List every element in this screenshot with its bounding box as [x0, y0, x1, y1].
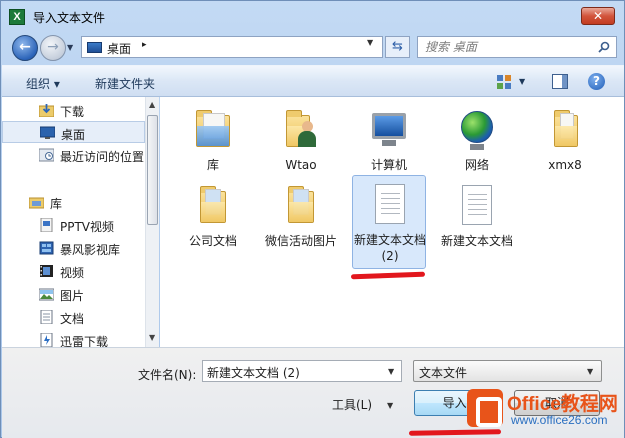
file-label: xmx8 — [548, 158, 582, 172]
desktop-icon — [40, 126, 55, 139]
folder-icon — [546, 107, 584, 151]
nav-item-libraries[interactable]: 库 — [2, 191, 145, 213]
tools-button[interactable]: 工具(L) — [332, 396, 372, 413]
office-logo-icon — [467, 389, 503, 427]
documents-icon — [40, 310, 53, 324]
search-icon[interactable] — [598, 41, 610, 53]
change-view-icon[interactable] — [496, 74, 512, 90]
nav-label: 暴风影视库 — [60, 243, 121, 257]
address-dropdown-icon[interactable]: ▼ — [367, 38, 373, 47]
filetype-select[interactable]: 文本文件 ▼ — [413, 360, 602, 382]
computer-icon — [370, 107, 408, 151]
file-item-new-text-doc[interactable]: 新建文本文档 — [440, 177, 514, 267]
nav-label: 视频 — [60, 266, 85, 280]
nav-label: 文档 — [60, 312, 85, 326]
filename-dropdown-icon[interactable]: ▼ — [388, 367, 394, 376]
watermark: Office教程网 www.office26.com — [467, 387, 625, 433]
desktop-icon — [87, 42, 102, 53]
recent-places-icon — [39, 148, 54, 162]
nav-item-recent-places[interactable]: 最近访问的位置 — [2, 144, 145, 166]
thunder-download-icon — [40, 333, 53, 347]
nav-scrollbar[interactable]: ▲ ▼ — [145, 97, 159, 347]
videos-icon — [40, 265, 53, 277]
refresh-button[interactable]: ⇆ — [385, 36, 410, 58]
preview-pane-icon[interactable] — [552, 74, 568, 89]
download-folder-icon — [39, 104, 54, 117]
filename-input[interactable]: 新建文本文档 (2) — [202, 360, 402, 382]
nav-item-desktop[interactable]: 桌面 — [2, 121, 145, 143]
library-folder-icon — [194, 107, 232, 151]
scroll-up-icon[interactable]: ▲ — [149, 100, 155, 109]
organize-button[interactable]: 组织 ▾ — [26, 75, 60, 92]
file-label: 库 — [206, 158, 219, 172]
video-library-icon — [39, 241, 54, 255]
nav-label: 下载 — [60, 105, 85, 119]
address-bar[interactable]: 桌面 ▸ — [81, 36, 383, 58]
folder-icon — [194, 183, 232, 227]
watermark-title: Office教程网 — [507, 394, 618, 415]
back-button[interactable]: ← — [12, 35, 38, 61]
watermark-url: www.office26.com — [511, 413, 608, 427]
nav-item-documents[interactable]: 文档 — [2, 306, 145, 328]
pictures-icon — [39, 288, 54, 301]
filetype-dropdown-icon: ▼ — [587, 367, 594, 376]
nav-item-video-library[interactable]: 暴风影视库 — [2, 237, 145, 259]
file-item-xmx8[interactable]: xmx8 — [528, 101, 602, 191]
file-item-wechat-pictures[interactable]: 微信活动图片 — [264, 177, 338, 267]
scroll-down-icon[interactable]: ▼ — [149, 333, 155, 342]
text-document-icon — [371, 182, 409, 226]
nav-item-pictures[interactable]: 图片 — [2, 283, 145, 305]
help-icon[interactable]: ? — [588, 73, 605, 90]
nav-label: 桌面 — [61, 128, 86, 142]
file-label: 公司文档 — [188, 234, 237, 248]
file-item-company-docs[interactable]: 公司文档 — [176, 177, 250, 267]
file-list-pane: 库 Wtao 计算机 网络 xmx8 公司文档 微信活动图片 新建文本文档 (2… — [160, 97, 624, 347]
file-label: 微信活动图片 — [264, 234, 337, 248]
search-box[interactable] — [417, 36, 617, 58]
new-folder-button[interactable]: 新建文件夹 — [95, 75, 155, 92]
file-label: 计算机 — [370, 158, 407, 172]
address-location[interactable]: 桌面 — [107, 40, 131, 57]
search-input[interactable] — [425, 40, 595, 54]
nav-item-downloads[interactable]: 下载 — [2, 99, 145, 121]
nav-item-videos[interactable]: 视频 — [2, 260, 145, 282]
nav-label: 最近访问的位置 — [60, 150, 145, 164]
filename-label: 文件名(N): — [138, 368, 197, 382]
video-folder-icon — [40, 218, 53, 232]
tools-dropdown-icon[interactable]: ▼ — [387, 401, 393, 410]
file-label: 新建文本文档 (2) — [353, 233, 426, 263]
scroll-thumb[interactable] — [147, 115, 158, 225]
excel-app-icon: X — [9, 9, 25, 25]
libraries-icon — [29, 197, 44, 209]
filetype-value: 文本文件 — [419, 366, 468, 380]
close-button[interactable]: ✕ — [581, 7, 615, 25]
view-dropdown-icon[interactable]: ▼ — [519, 77, 525, 86]
text-document-icon — [458, 183, 496, 227]
command-toolbar: 组织 ▾ 新建文件夹 ▼ ? — [2, 65, 624, 97]
title-bar: X 导入文本文件 ✕ — [1, 1, 624, 31]
folder-icon — [282, 183, 320, 227]
user-folder-icon — [282, 107, 320, 151]
window-title: 导入文本文件 — [33, 11, 106, 25]
file-label: Wtao — [285, 158, 317, 172]
import-text-file-dialog: X 导入文本文件 ✕ ← → ▼ 桌面 ▸ ▼ ⇆ 组织 ▾ 新建文件夹 ▼ ?… — [0, 0, 625, 438]
network-globe-icon — [458, 107, 496, 151]
file-item-new-text-doc-2[interactable]: 新建文本文档 (2) — [352, 175, 426, 269]
breadcrumb-arrow-icon[interactable]: ▸ — [142, 40, 147, 50]
file-label: 新建文本文档 — [440, 234, 513, 248]
file-label: 网络 — [464, 158, 489, 172]
nav-label: PPTV视频 — [60, 220, 115, 234]
nav-item-pptv-video[interactable]: PPTV视频 — [2, 214, 145, 236]
recent-pages-dropdown-icon[interactable]: ▼ — [67, 43, 73, 52]
forward-button[interactable]: → — [40, 35, 66, 61]
nav-label: 库 — [50, 197, 63, 211]
nav-label: 图片 — [60, 289, 85, 303]
navigation-pane: 下载 桌面 最近访问的位置 库 PPTV视频 暴风影视库 视频 图片 文档 迅雷… — [2, 97, 159, 349]
